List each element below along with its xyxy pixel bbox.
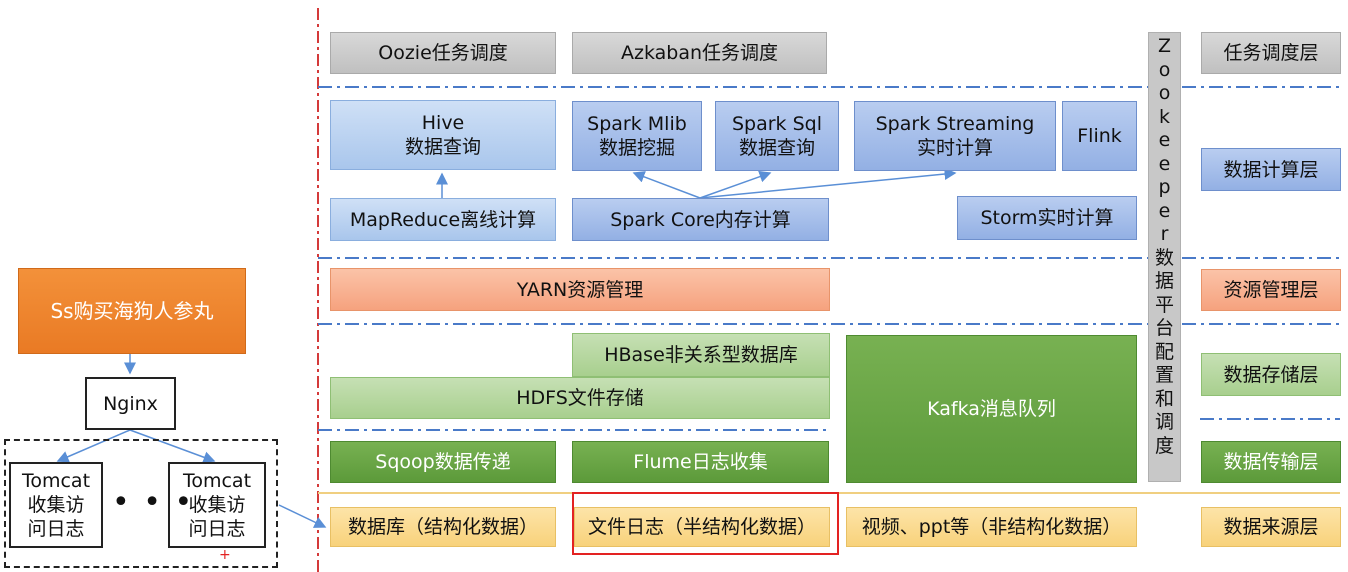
- tomcat-2-line3: 问日志: [188, 518, 246, 540]
- zk-char: 配: [1154, 340, 1174, 363]
- flink-label: Flink: [1077, 125, 1122, 147]
- yarn-box: YARN资源管理: [330, 268, 830, 311]
- mapreduce-box: MapReduce离线计算: [330, 198, 556, 241]
- kafka-label: Kafka消息队列: [927, 398, 1056, 420]
- tomcat-1-title: Tomcat: [21, 470, 91, 492]
- nginx-label: Nginx: [103, 392, 158, 415]
- layer-storage: 数据存储层: [1201, 353, 1341, 396]
- hive-box: Hive 数据查询: [330, 100, 556, 170]
- zk-char: 据: [1154, 270, 1174, 292]
- zk-char: 置: [1154, 364, 1174, 386]
- storm-label: Storm实时计算: [980, 207, 1114, 229]
- zk-char: o: [1158, 58, 1171, 81]
- zk-char: r: [1160, 223, 1169, 245]
- oozie-box: Oozie任务调度: [330, 32, 556, 74]
- layer-resource: 资源管理层: [1201, 269, 1341, 311]
- flume-box: Flume日志收集: [572, 441, 829, 483]
- zk-char: 调: [1154, 411, 1174, 433]
- layer-compute-label: 数据计算层: [1223, 158, 1319, 181]
- flume-label: Flume日志收集: [633, 451, 768, 473]
- nginx-box: Nginx: [85, 377, 176, 430]
- zk-char: p: [1158, 176, 1171, 198]
- zk-char: 台: [1154, 317, 1174, 339]
- database-label: 数据库（结构化数据）: [347, 516, 538, 538]
- database-box: 数据库（结构化数据）: [330, 507, 556, 547]
- yarn-label: YARN资源管理: [516, 278, 644, 301]
- azkaban-label: Azkaban任务调度: [620, 42, 779, 64]
- spark-streaming-box: Spark Streaming 实时计算: [854, 101, 1056, 171]
- layer-compute: 数据计算层: [1201, 148, 1341, 191]
- zk-char: 平: [1154, 293, 1174, 316]
- hbase-label: HBase非关系型数据库: [604, 344, 798, 366]
- tomcat-1-line3: 问日志: [27, 518, 85, 540]
- spark-streaming-title: Spark Streaming: [875, 113, 1035, 135]
- hbase-box: HBase非关系型数据库: [572, 333, 830, 377]
- azkaban-box: Azkaban任务调度: [572, 32, 827, 74]
- shop-label: Ss购买海狗人参丸: [50, 299, 214, 323]
- tomcat-2-line2: 收集访: [188, 494, 246, 516]
- spark-core-label: Spark Core内存计算: [610, 208, 791, 231]
- zk-char: k: [1158, 105, 1170, 128]
- zk-char: o: [1158, 82, 1171, 104]
- spark-sql-box: Spark Sql 数据查询: [715, 101, 839, 171]
- zk-char: e: [1158, 152, 1171, 175]
- zk-char: 度: [1154, 434, 1174, 457]
- layer-storage-label: 数据存储层: [1223, 363, 1319, 386]
- storm-box: Storm实时计算: [957, 196, 1137, 240]
- mapreduce-label: MapReduce离线计算: [349, 208, 537, 231]
- hive-title: Hive: [421, 112, 465, 134]
- zk-char: Z: [1157, 35, 1172, 57]
- kafka-box: Kafka消息队列: [846, 335, 1137, 483]
- zk-char: e: [1158, 129, 1171, 151]
- zk-char: e: [1158, 199, 1171, 222]
- video-box: 视频、ppt等（非结构化数据）: [846, 507, 1137, 547]
- zk-char: 和: [1154, 387, 1174, 410]
- arrow-core-streaming: [699, 168, 957, 199]
- layer-transport-label: 数据传输层: [1223, 451, 1319, 473]
- spark-core-box: Spark Core内存计算: [572, 198, 829, 241]
- hive-subtitle: 数据查询: [404, 136, 481, 158]
- plus-mark: +: [219, 547, 231, 563]
- spark-sql-subtitle: 数据查询: [738, 137, 815, 159]
- ellipsis-dots: • • •: [112, 485, 195, 520]
- zk-char: 数: [1154, 246, 1174, 269]
- hdfs-box: HDFS文件存储: [330, 377, 830, 419]
- highlight-frame: [572, 492, 839, 555]
- sqoop-label: Sqoop数据传递: [375, 451, 511, 473]
- spark-mllib-title: Spark Mlib: [587, 113, 687, 135]
- layer-scheduling-label: 任务调度层: [1223, 42, 1319, 64]
- tomcat-1-box: Tomcat 收集访 问日志: [9, 462, 103, 548]
- spark-streaming-subtitle: 实时计算: [916, 137, 993, 159]
- spark-mllib-box: Spark Mlib 数据挖掘: [572, 101, 702, 171]
- hdfs-label: HDFS文件存储: [516, 387, 644, 409]
- layer-scheduling: 任务调度层: [1201, 32, 1341, 74]
- layer-transport: 数据传输层: [1201, 441, 1341, 483]
- arrow-core-mllib: [632, 171, 701, 199]
- zookeeper-column: Z o o k e e p e r 数 据 平 台 配 置 和 调 度: [1148, 32, 1181, 482]
- sqoop-box: Sqoop数据传递: [330, 441, 556, 483]
- spark-sql-title: Spark Sql: [731, 113, 823, 135]
- video-label: 视频、ppt等（非结构化数据）: [861, 516, 1122, 538]
- layer-source-label: 数据来源层: [1223, 516, 1319, 538]
- oozie-label: Oozie任务调度: [378, 42, 508, 64]
- flink-box: Flink: [1062, 101, 1137, 171]
- shop-box: Ss购买海狗人参丸: [18, 268, 246, 354]
- spark-mllib-subtitle: 数据挖掘: [598, 137, 675, 159]
- tomcat-1-line2: 收集访: [27, 494, 85, 516]
- layer-resource-label: 资源管理层: [1223, 279, 1319, 301]
- layer-source: 数据来源层: [1201, 507, 1341, 547]
